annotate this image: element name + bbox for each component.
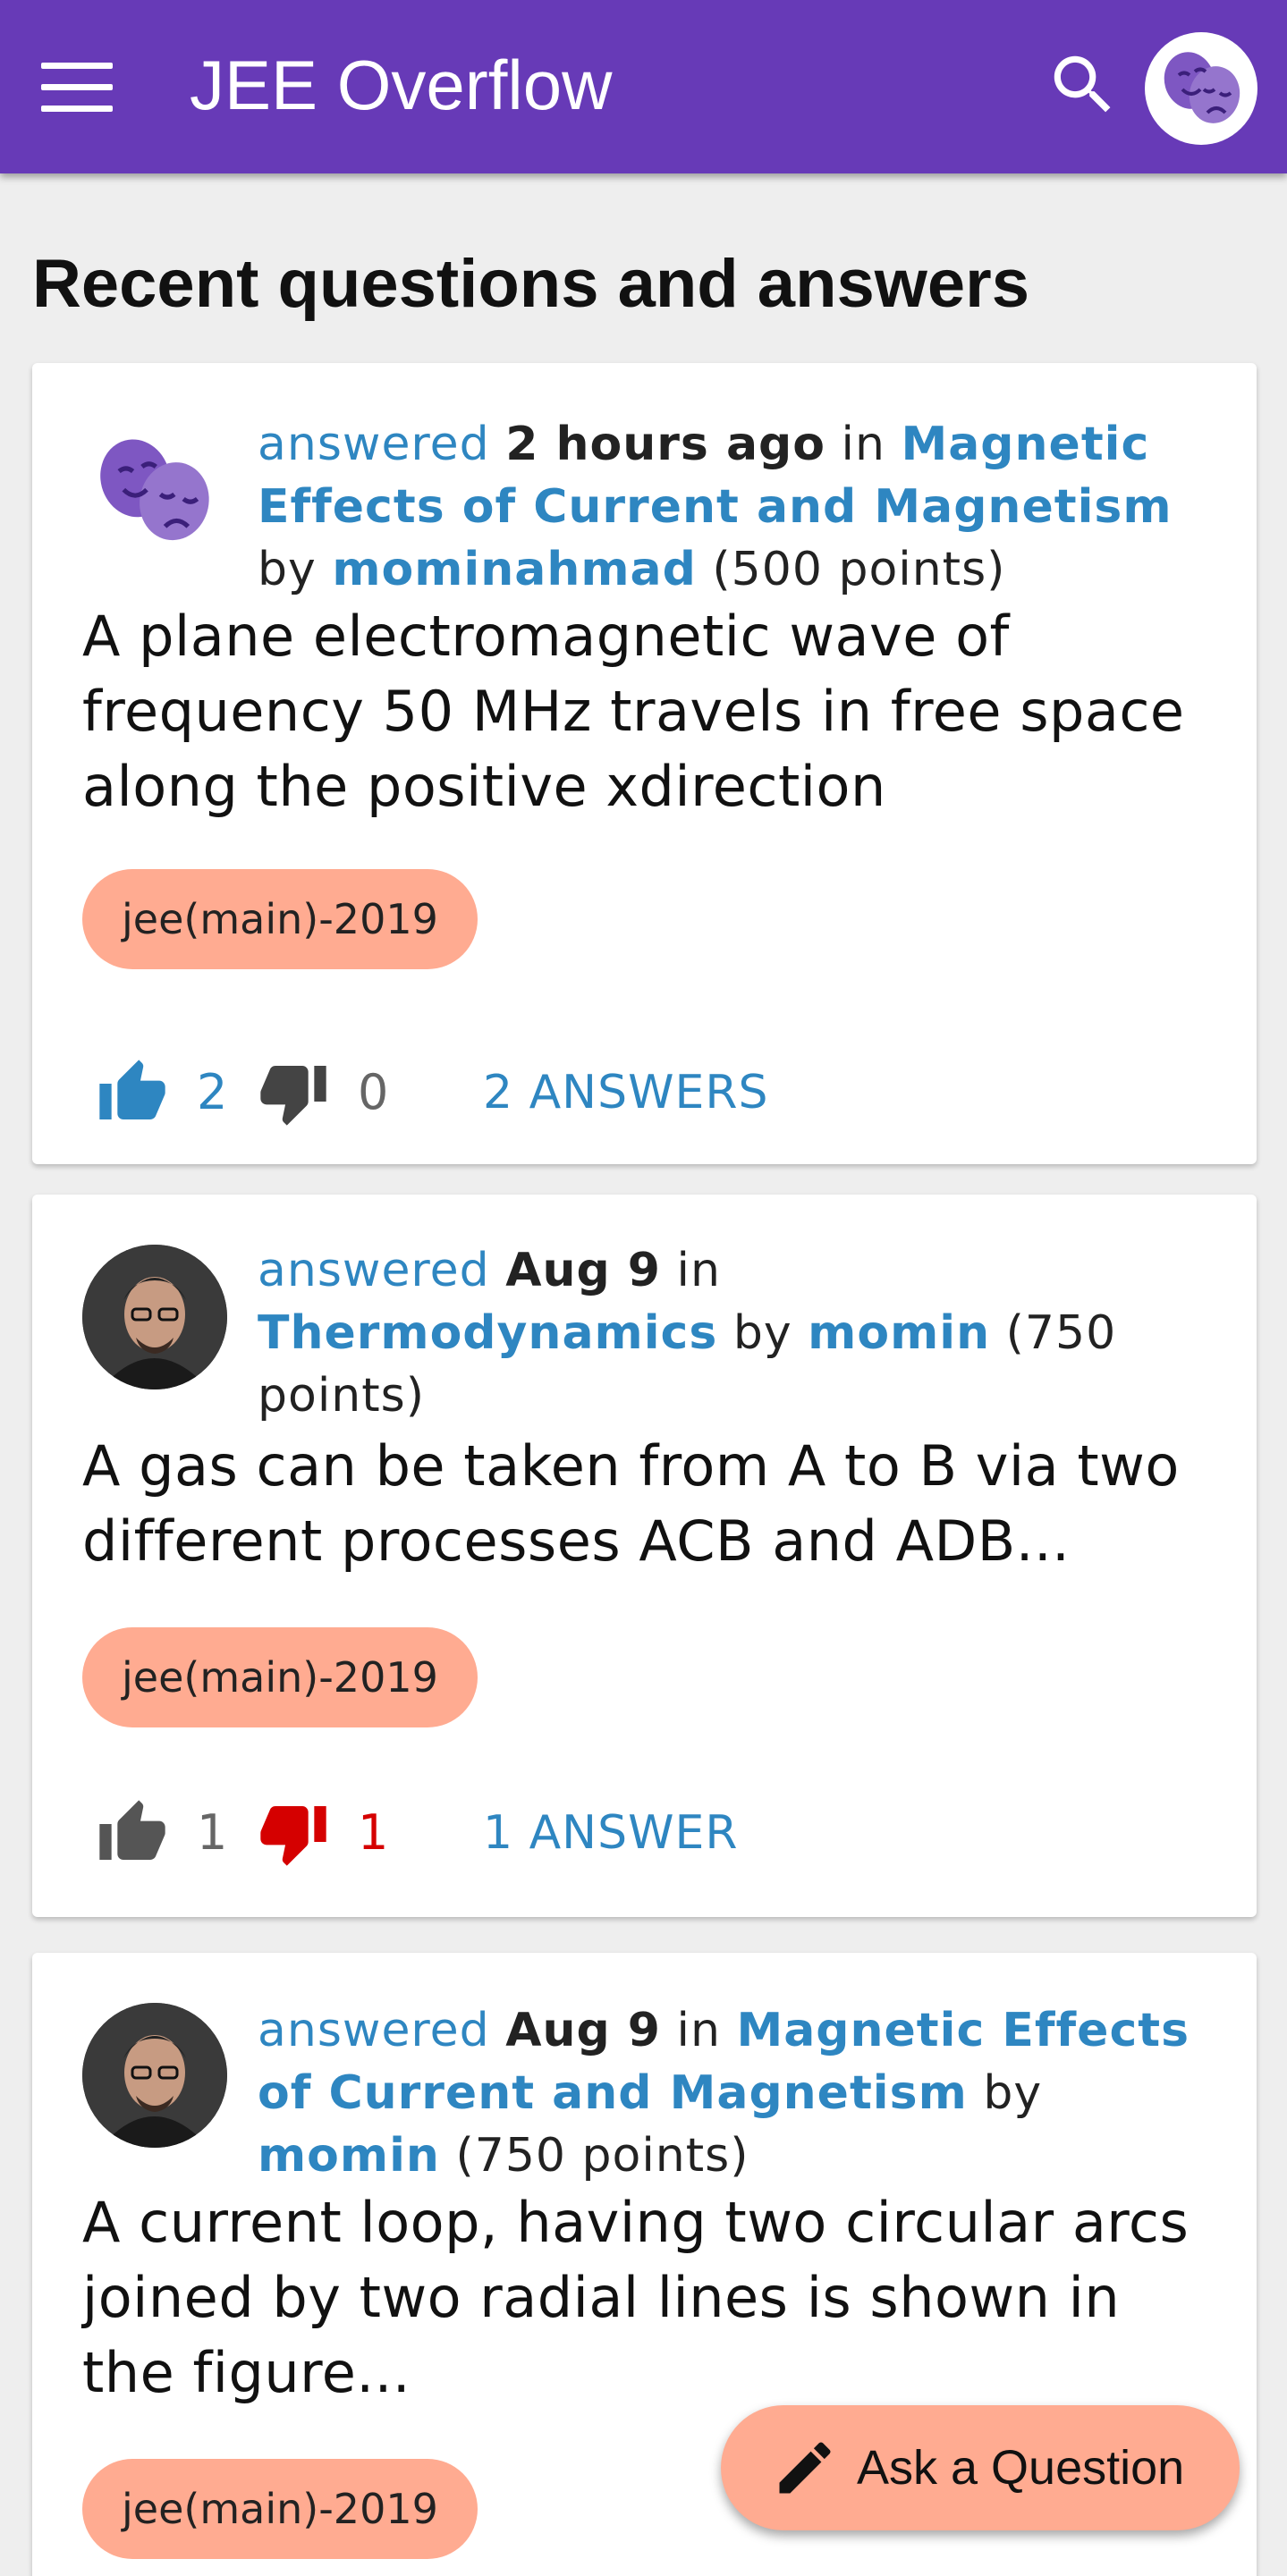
ask-question-label: Ask a Question	[857, 2441, 1185, 2495]
user-avatar[interactable]	[82, 1245, 227, 1389]
tag-chip[interactable]: jee(main)-2019	[82, 2459, 478, 2559]
downvote-count: 1	[358, 1804, 389, 1861]
profile-avatar-button[interactable]	[1145, 32, 1257, 145]
thumbs-up-icon[interactable]	[97, 1057, 168, 1128]
action-link[interactable]: answered	[258, 1244, 490, 1297]
user-link[interactable]: mominahmad	[332, 543, 697, 596]
thumbs-down-icon[interactable]	[258, 1797, 329, 1869]
post-time: Aug 9	[505, 1244, 661, 1297]
user-photo-avatar	[82, 1245, 227, 1389]
question-card[interactable]: answered 2 hours ago in Magnetic Effects…	[32, 363, 1257, 1164]
thumbs-up-icon[interactable]	[97, 1797, 168, 1869]
page-heading: Recent questions and answers	[32, 246, 1029, 322]
vote-bar: 1 1 1 ANSWER	[82, 1788, 1221, 1878]
category-link[interactable]: Thermodynamics	[258, 1306, 717, 1360]
user-points: (750 points)	[455, 2129, 749, 2183]
hamburger-menu-icon	[41, 63, 113, 69]
theater-masks-avatar-icon	[82, 418, 227, 563]
search-button[interactable]	[1045, 46, 1122, 123]
user-points: (500 points)	[712, 543, 1006, 596]
ask-question-button[interactable]: Ask a Question	[721, 2405, 1240, 2530]
thumbs-down-icon[interactable]	[258, 1057, 329, 1128]
question-title[interactable]: A plane electromagnetic wave of frequenc…	[82, 599, 1212, 824]
app-bar: JEE Overflow	[0, 0, 1287, 173]
answers-link[interactable]: 1 ANSWER	[483, 1797, 739, 1869]
theater-masks-avatar-icon	[1164, 52, 1240, 123]
tag-chip[interactable]: jee(main)-2019	[82, 869, 478, 969]
downvote-count: 0	[358, 1064, 389, 1120]
vote-bar: 2 0 2 ANSWERS	[82, 1048, 1221, 1137]
search-icon	[1054, 55, 1111, 113]
question-title[interactable]: A gas can be taken from A to B via two d…	[82, 1429, 1212, 1579]
post-meta: answered 2 hours ago in Magnetic Effects…	[258, 418, 1173, 596]
user-link[interactable]: momin	[808, 1306, 990, 1360]
app-title[interactable]: JEE Overflow	[190, 45, 612, 125]
menu-button[interactable]	[41, 63, 113, 112]
question-title[interactable]: A current loop, having two circular arcs…	[82, 2185, 1212, 2411]
question-card[interactable]: answered Aug 9 in Thermodynamics by momi…	[32, 1195, 1257, 1917]
post-time: 2 hours ago	[505, 418, 826, 471]
tag-chip[interactable]: jee(main)-2019	[82, 1627, 478, 1727]
user-link[interactable]: momin	[258, 2129, 440, 2183]
answers-link[interactable]: 2 ANSWERS	[483, 1057, 769, 1128]
user-avatar[interactable]	[82, 418, 227, 563]
pencil-icon	[779, 2442, 831, 2494]
post-time: Aug 9	[505, 2004, 661, 2057]
user-photo-avatar	[82, 2003, 227, 2148]
action-link[interactable]: answered	[258, 418, 490, 471]
action-link[interactable]: answered	[258, 2004, 490, 2057]
upvote-count: 2	[197, 1064, 228, 1120]
post-meta: answered Aug 9 in Magnetic Effects of Cu…	[258, 2004, 1190, 2183]
post-meta: answered Aug 9 in Thermodynamics by momi…	[258, 1244, 1117, 1423]
upvote-count: 1	[197, 1804, 228, 1861]
user-avatar[interactable]	[82, 2003, 227, 2148]
